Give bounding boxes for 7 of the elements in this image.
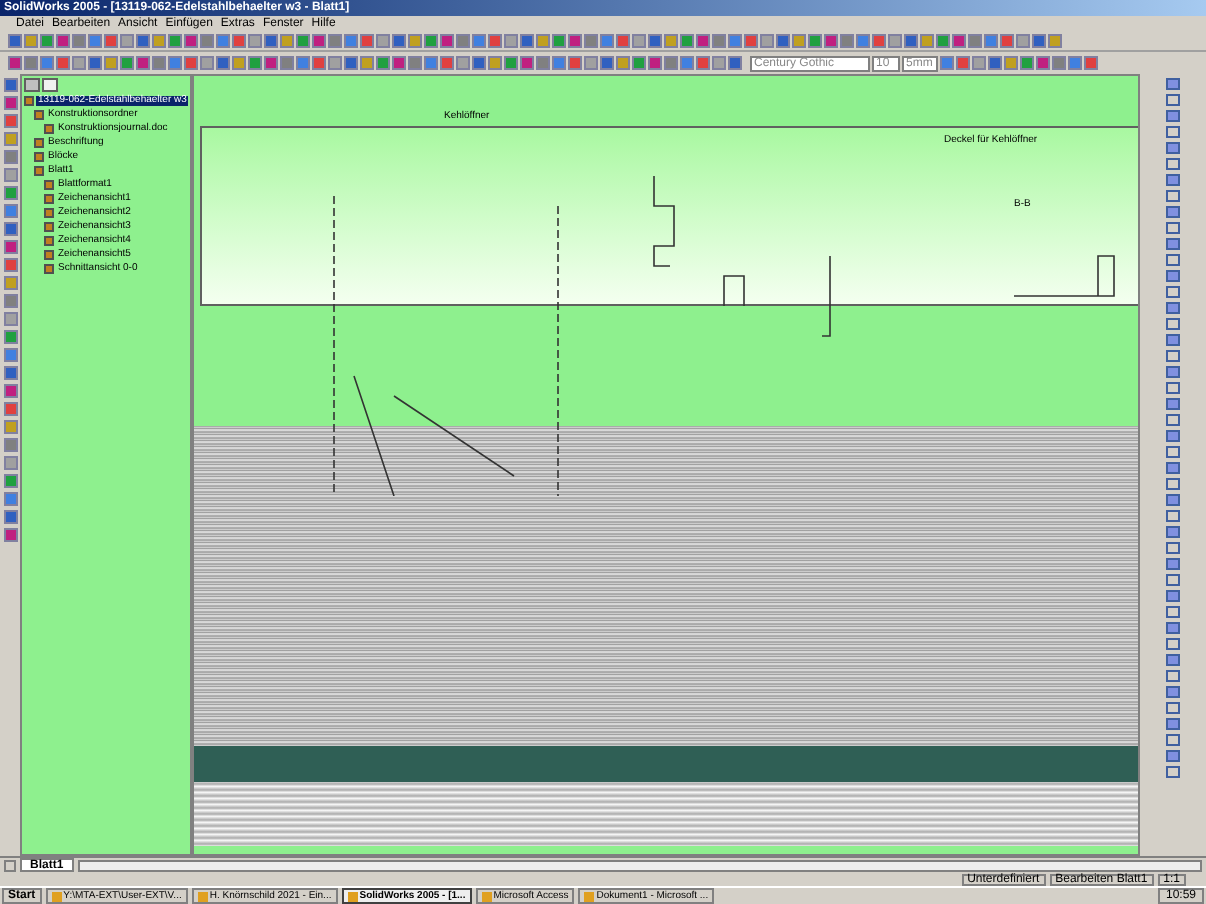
window-icon xyxy=(481,891,492,901)
window-icon xyxy=(197,891,208,901)
window-icon xyxy=(51,891,62,901)
window-icon xyxy=(347,891,358,901)
scroll-left-button[interactable] xyxy=(4,859,16,871)
horizontal-scrollbar[interactable] xyxy=(77,859,1202,871)
window-icon xyxy=(584,891,595,901)
